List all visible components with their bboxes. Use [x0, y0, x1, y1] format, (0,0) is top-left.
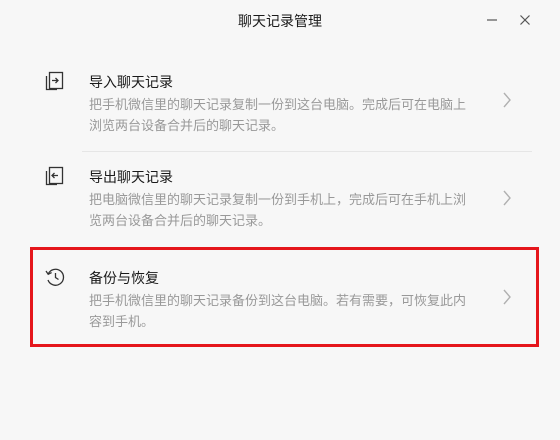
chevron-right-icon	[500, 91, 514, 109]
import-chat-history-item[interactable]: 导入聊天记录 把手机微信里的聊天记录复制一份到这台电脑。完成后可在电脑上浏览两台…	[30, 60, 544, 146]
history-icon	[44, 266, 66, 288]
minimize-icon	[487, 19, 497, 21]
item-title: 导入聊天记录	[89, 75, 173, 91]
minimize-button[interactable]	[481, 9, 503, 31]
divider	[82, 151, 532, 152]
item-description: 把电脑微信里的聊天记录复制一份到手机上，完成后可在手机上浏览两台设备合并后的聊天…	[89, 193, 467, 229]
backup-restore-item[interactable]: 备份与恢复 把手机微信里的聊天记录备份到这台电脑。若有需要，可恢复此内容到手机。	[30, 250, 544, 351]
chevron-right-icon	[500, 189, 514, 207]
close-icon	[520, 15, 530, 25]
close-button[interactable]	[514, 9, 536, 31]
item-description: 把手机微信里的聊天记录备份到这台电脑。若有需要，可恢复此内容到手机。	[89, 294, 467, 330]
export-icon	[44, 165, 66, 187]
title-bar: 聊天记录管理	[0, 0, 560, 40]
item-title: 导出聊天记录	[89, 170, 173, 186]
window-title: 聊天记录管理	[238, 14, 322, 30]
import-icon	[44, 70, 66, 92]
chevron-right-icon	[500, 288, 514, 306]
export-chat-history-item[interactable]: 导出聊天记录 把电脑微信里的聊天记录复制一份到手机上，完成后可在手机上浏览两台设…	[30, 155, 544, 243]
item-description: 把手机微信里的聊天记录复制一份到这台电脑。完成后可在电脑上浏览两台设备合并后的聊…	[89, 98, 467, 134]
item-title: 备份与恢复	[89, 271, 159, 287]
